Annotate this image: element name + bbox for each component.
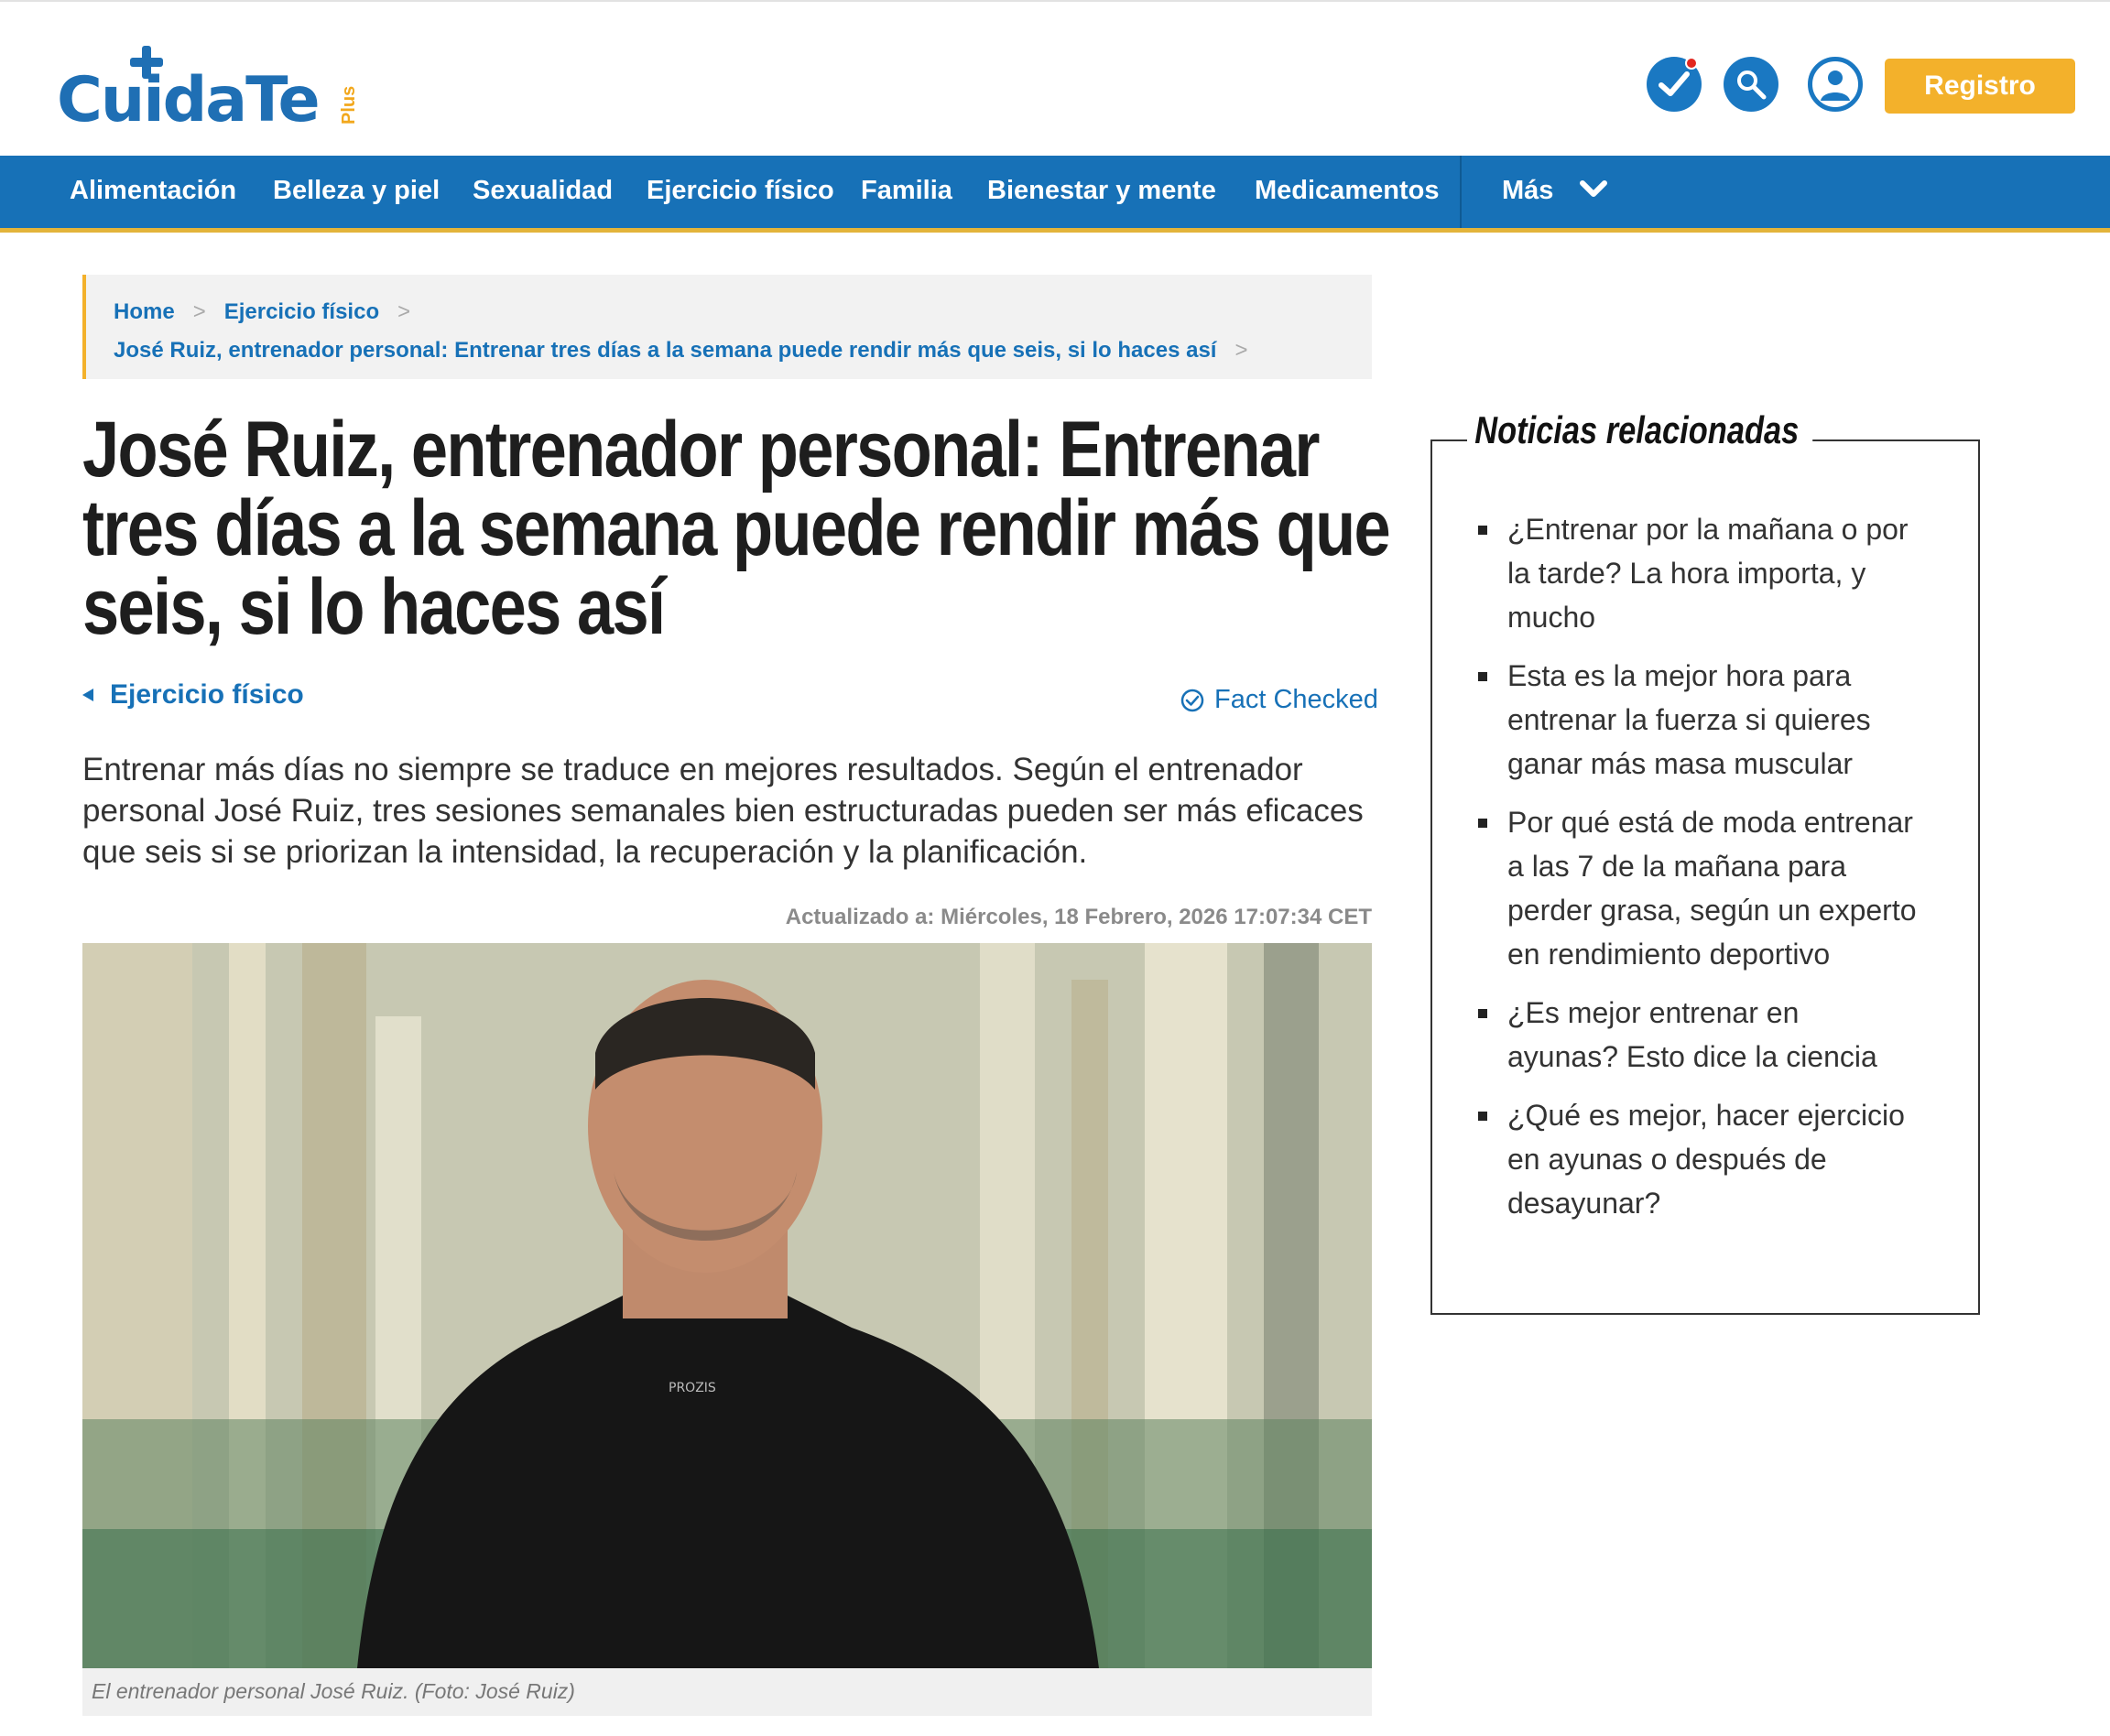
nav-item-familia[interactable]: Familia xyxy=(861,176,952,206)
nav-item-medicamentos[interactable]: Medicamentos xyxy=(1255,176,1439,206)
nav-item-sexualidad[interactable]: Sexualidad xyxy=(473,176,613,206)
article-photo: PROZIS xyxy=(82,943,1372,1668)
updated-timestamp: Actualizado a: Miércoles, 18 Febrero, 20… xyxy=(785,905,1372,929)
shirt-logo: PROZIS xyxy=(669,1381,716,1395)
breadcrumb-arrow-icon: > xyxy=(192,299,206,324)
nav-item-ejercicio[interactable]: Ejercicio físico xyxy=(647,176,834,206)
user-icon[interactable] xyxy=(1808,57,1863,112)
photo-caption: El entrenador personal José Ruiz. (Foto:… xyxy=(82,1668,1372,1716)
related-news-item[interactable]: Por qué está de moda entrenar a las 7 de… xyxy=(1478,800,1918,976)
check-circle-icon xyxy=(1180,689,1204,711)
breadcrumb-current[interactable]: José Ruiz, entrenador personal: Entrenar… xyxy=(114,338,1216,363)
breadcrumb: Home > Ejercicio físico > José Ruiz, entren… xyxy=(82,275,1372,379)
article-lead: Entrenar más días no siempre se traduce … xyxy=(82,752,1364,870)
section-tag-label: Ejercicio físico xyxy=(110,679,304,710)
fact-checked-badge[interactable]: Fact Checked xyxy=(1180,685,1378,715)
nav-item-bienestar[interactable]: Bienestar y mente xyxy=(987,176,1216,206)
notification-dot xyxy=(1685,57,1698,70)
chevron-down-icon xyxy=(1579,177,1608,207)
triangle-left-icon xyxy=(82,689,93,701)
check-notification-icon[interactable] xyxy=(1647,57,1702,112)
related-news-title: Noticias relacionadas xyxy=(1467,408,1813,452)
related-news-item[interactable]: ¿Qué es mejor, hacer ejercicio en ayunas… xyxy=(1478,1093,1918,1225)
section-tag[interactable]: Ejercicio físico xyxy=(82,679,304,711)
article-title: José Ruiz, entrenador personal: Entrenar… xyxy=(82,406,1391,651)
nav-more-button[interactable]: Más xyxy=(1502,176,1608,207)
related-news-item[interactable]: ¿Es mejor entrenar en ayunas? Esto dice … xyxy=(1478,991,1918,1079)
nav-item-belleza[interactable]: Belleza y piel xyxy=(273,176,440,206)
nav-item-alimentacion[interactable]: Alimentación xyxy=(70,176,236,206)
breadcrumb-home[interactable]: Home xyxy=(114,299,175,324)
register-button[interactable]: Registro xyxy=(1885,59,2075,114)
breadcrumb-section[interactable]: Ejercicio físico xyxy=(224,299,379,324)
site-logo[interactable]: CuidaTe Plus xyxy=(57,46,359,132)
breadcrumb-arrow-icon: > xyxy=(1234,338,1248,363)
nav-more-label: Más xyxy=(1502,176,1554,205)
related-news-item[interactable]: ¿Entrenar por la mañana o por la tarde? … xyxy=(1478,507,1918,639)
logo-sub: Plus xyxy=(339,85,359,125)
logo-wordmark: CuidaTe xyxy=(57,64,321,136)
main-nav: Alimentación Belleza y piel Sexualidad E… xyxy=(0,156,2110,233)
fact-checked-label: Fact Checked xyxy=(1214,685,1378,714)
site-header: CuidaTe Plus Registro xyxy=(0,5,2110,156)
nav-divider xyxy=(1460,156,1462,228)
logo-cross-icon xyxy=(130,46,163,79)
related-news-item[interactable]: Esta es la mejor hora para entrenar la f… xyxy=(1478,654,1918,786)
breadcrumb-arrow-icon: > xyxy=(397,299,411,324)
search-icon[interactable] xyxy=(1724,57,1778,112)
related-news-box: Noticias relacionadas ¿Entrenar por la m… xyxy=(1430,408,1980,1315)
